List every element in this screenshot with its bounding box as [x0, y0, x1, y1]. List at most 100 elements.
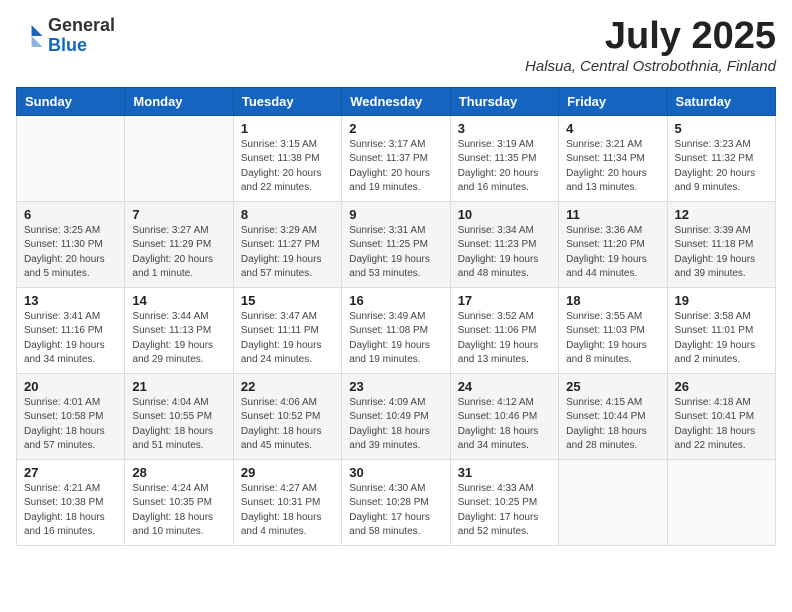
logo-general: General — [48, 15, 115, 35]
day-number: 8 — [241, 207, 334, 222]
calendar-cell: 1Sunrise: 3:15 AM Sunset: 11:38 PM Dayli… — [233, 115, 341, 201]
day-number: 17 — [458, 293, 551, 308]
day-number: 25 — [566, 379, 659, 394]
day-detail: Sunrise: 3:21 AM Sunset: 11:34 PM Daylig… — [566, 138, 659, 196]
calendar-cell: 18 Sunrise: 3:55 AM Sunset: 11:03 PM Dayl… — [559, 287, 667, 373]
day-number: 24 — [458, 379, 551, 394]
day-detail: Sunrise: 3:58 AM Sunset: 11:01 PM Daylig… — [675, 310, 768, 368]
day-number: 30 — [349, 465, 442, 480]
calendar-week-row: 20 Sunrise: 4:01 AM Sunset: 10:58 PM Dayl… — [17, 373, 776, 459]
day-number: 5 — [675, 121, 768, 136]
day-detail: Sunrise: 4:01 AM Sunset: 10:58 PM Daylig… — [24, 396, 117, 454]
day-number: 26 — [675, 379, 768, 394]
calendar-cell: 9Sunrise: 3:31 AM Sunset: 11:25 PM Dayli… — [342, 201, 450, 287]
day-number: 10 — [458, 207, 551, 222]
main-title: July 2025 — [525, 16, 776, 58]
day-number: 11 — [566, 207, 659, 222]
calendar-cell: 16Sunrise: 3:49 AM Sunset: 11:08 PM Dayl… — [342, 287, 450, 373]
calendar-week-row: 27 Sunrise: 4:21 AM Sunset: 10:38 PM Dayl… — [17, 459, 776, 545]
calendar-table: SundayMondayTuesdayWednesdayThursdayFrid… — [16, 87, 776, 546]
calendar-cell: 23Sunrise: 4:09 AM Sunset: 10:49 PM Dayl… — [342, 373, 450, 459]
calendar-cell: 31 Sunrise: 4:33 AM Sunset: 10:25 PM Dayl… — [450, 459, 558, 545]
day-detail: Sunrise: 4:18 AM Sunset: 10:41 PM Daylig… — [675, 396, 768, 454]
day-detail: Sunrise: 3:36 AM Sunset: 11:20 PM Daylig… — [566, 224, 659, 282]
day-number: 14 — [132, 293, 225, 308]
day-detail: Sunrise: 3:19 AM Sunset: 11:35 PM Daylig… — [458, 138, 551, 196]
calendar-cell: 26 Sunrise: 4:18 AM Sunset: 10:41 PM Dayl… — [667, 373, 775, 459]
day-header-thursday: Thursday — [450, 87, 558, 115]
day-detail: Sunrise: 4:24 AM Sunset: 10:35 PM Daylig… — [132, 482, 225, 540]
calendar-cell: 7 Sunrise: 3:27 AM Sunset: 11:29 PM Dayli… — [125, 201, 233, 287]
day-number: 22 — [241, 379, 334, 394]
day-detail: Sunrise: 4:04 AM Sunset: 10:55 PM Daylig… — [132, 396, 225, 454]
calendar-header-row: SundayMondayTuesdayWednesdayThursdayFrid… — [17, 87, 776, 115]
day-number: 29 — [241, 465, 334, 480]
day-number: 12 — [675, 207, 768, 222]
calendar-cell — [559, 459, 667, 545]
calendar-cell: 20 Sunrise: 4:01 AM Sunset: 10:58 PM Dayl… — [17, 373, 125, 459]
logo-blue: Blue — [48, 35, 87, 55]
day-detail: Sunrise: 3:52 AM Sunset: 11:06 PM Daylig… — [458, 310, 551, 368]
calendar-cell: 5 Sunrise: 3:23 AM Sunset: 11:32 PM Dayli… — [667, 115, 775, 201]
calendar-cell: 22Sunrise: 4:06 AM Sunset: 10:52 PM Dayl… — [233, 373, 341, 459]
calendar-week-row: 13 Sunrise: 3:41 AM Sunset: 11:16 PM Dayl… — [17, 287, 776, 373]
day-detail: Sunrise: 4:27 AM Sunset: 10:31 PM Daylig… — [241, 482, 334, 540]
calendar-cell: 24Sunrise: 4:12 AM Sunset: 10:46 PM Dayl… — [450, 373, 558, 459]
day-detail: Sunrise: 4:09 AM Sunset: 10:49 PM Daylig… — [349, 396, 442, 454]
day-detail: Sunrise: 3:41 AM Sunset: 11:16 PM Daylig… — [24, 310, 117, 368]
day-number: 7 — [132, 207, 225, 222]
page-header: General Blue July 2025 Halsua, Central O… — [16, 16, 776, 75]
calendar-week-row: 6 Sunrise: 3:25 AM Sunset: 11:30 PM Dayli… — [17, 201, 776, 287]
day-number: 18 — [566, 293, 659, 308]
calendar-cell — [17, 115, 125, 201]
day-detail: Sunrise: 3:34 AM Sunset: 11:23 PM Daylig… — [458, 224, 551, 282]
day-detail: Sunrise: 4:15 AM Sunset: 10:44 PM Daylig… — [566, 396, 659, 454]
calendar-cell: 19 Sunrise: 3:58 AM Sunset: 11:01 PM Dayl… — [667, 287, 775, 373]
calendar-cell: 11 Sunrise: 3:36 AM Sunset: 11:20 PM Dayl… — [559, 201, 667, 287]
calendar-cell: 8 Sunrise: 3:29 AM Sunset: 11:27 PM Dayli… — [233, 201, 341, 287]
calendar-cell — [125, 115, 233, 201]
day-number: 20 — [24, 379, 117, 394]
day-detail: Sunrise: 3:17 AM Sunset: 11:37 PM Daylig… — [349, 138, 442, 196]
calendar-cell: 21Sunrise: 4:04 AM Sunset: 10:55 PM Dayl… — [125, 373, 233, 459]
day-detail: Sunrise: 3:25 AM Sunset: 11:30 PM Daylig… — [24, 224, 117, 282]
day-detail: Sunrise: 4:30 AM Sunset: 10:28 PM Daylig… — [349, 482, 442, 540]
calendar-week-row: 1Sunrise: 3:15 AM Sunset: 11:38 PM Dayli… — [17, 115, 776, 201]
day-detail: Sunrise: 3:23 AM Sunset: 11:32 PM Daylig… — [675, 138, 768, 196]
calendar-cell: 13 Sunrise: 3:41 AM Sunset: 11:16 PM Dayl… — [17, 287, 125, 373]
day-number: 16 — [349, 293, 442, 308]
day-detail: Sunrise: 3:44 AM Sunset: 11:13 PM Daylig… — [132, 310, 225, 368]
calendar-cell: 29 Sunrise: 4:27 AM Sunset: 10:31 PM Dayl… — [233, 459, 341, 545]
day-detail: Sunrise: 3:27 AM Sunset: 11:29 PM Daylig… — [132, 224, 225, 282]
calendar-cell: 25 Sunrise: 4:15 AM Sunset: 10:44 PM Dayl… — [559, 373, 667, 459]
calendar-cell: 10 Sunrise: 3:34 AM Sunset: 11:23 PM Dayl… — [450, 201, 558, 287]
day-detail: Sunrise: 4:21 AM Sunset: 10:38 PM Daylig… — [24, 482, 117, 540]
day-number: 4 — [566, 121, 659, 136]
logo: General Blue — [16, 16, 115, 56]
day-number: 28 — [132, 465, 225, 480]
calendar-cell: 27 Sunrise: 4:21 AM Sunset: 10:38 PM Dayl… — [17, 459, 125, 545]
logo-icon — [16, 22, 44, 50]
day-number: 31 — [458, 465, 551, 480]
calendar-cell: 28 Sunrise: 4:24 AM Sunset: 10:35 PM Dayl… — [125, 459, 233, 545]
calendar-cell: 30 Sunrise: 4:30 AM Sunset: 10:28 PM Dayl… — [342, 459, 450, 545]
day-detail: Sunrise: 3:55 AM Sunset: 11:03 PM Daylig… — [566, 310, 659, 368]
logo-text: General Blue — [48, 16, 115, 56]
day-number: 13 — [24, 293, 117, 308]
day-detail: Sunrise: 3:47 AM Sunset: 11:11 PM Daylig… — [241, 310, 334, 368]
day-detail: Sunrise: 4:33 AM Sunset: 10:25 PM Daylig… — [458, 482, 551, 540]
calendar-cell: 6 Sunrise: 3:25 AM Sunset: 11:30 PM Dayli… — [17, 201, 125, 287]
day-number: 19 — [675, 293, 768, 308]
day-detail: Sunrise: 3:29 AM Sunset: 11:27 PM Daylig… — [241, 224, 334, 282]
day-number: 6 — [24, 207, 117, 222]
day-detail: Sunrise: 3:31 AM Sunset: 11:25 PM Daylig… — [349, 224, 442, 282]
calendar-cell: 12Sunrise: 3:39 AM Sunset: 11:18 PM Dayl… — [667, 201, 775, 287]
day-header-tuesday: Tuesday — [233, 87, 341, 115]
day-number: 2 — [349, 121, 442, 136]
day-number: 1 — [241, 121, 334, 136]
day-number: 3 — [458, 121, 551, 136]
day-header-saturday: Saturday — [667, 87, 775, 115]
day-number: 27 — [24, 465, 117, 480]
title-block: July 2025 Halsua, Central Ostrobothnia, … — [525, 16, 776, 75]
calendar-cell — [667, 459, 775, 545]
